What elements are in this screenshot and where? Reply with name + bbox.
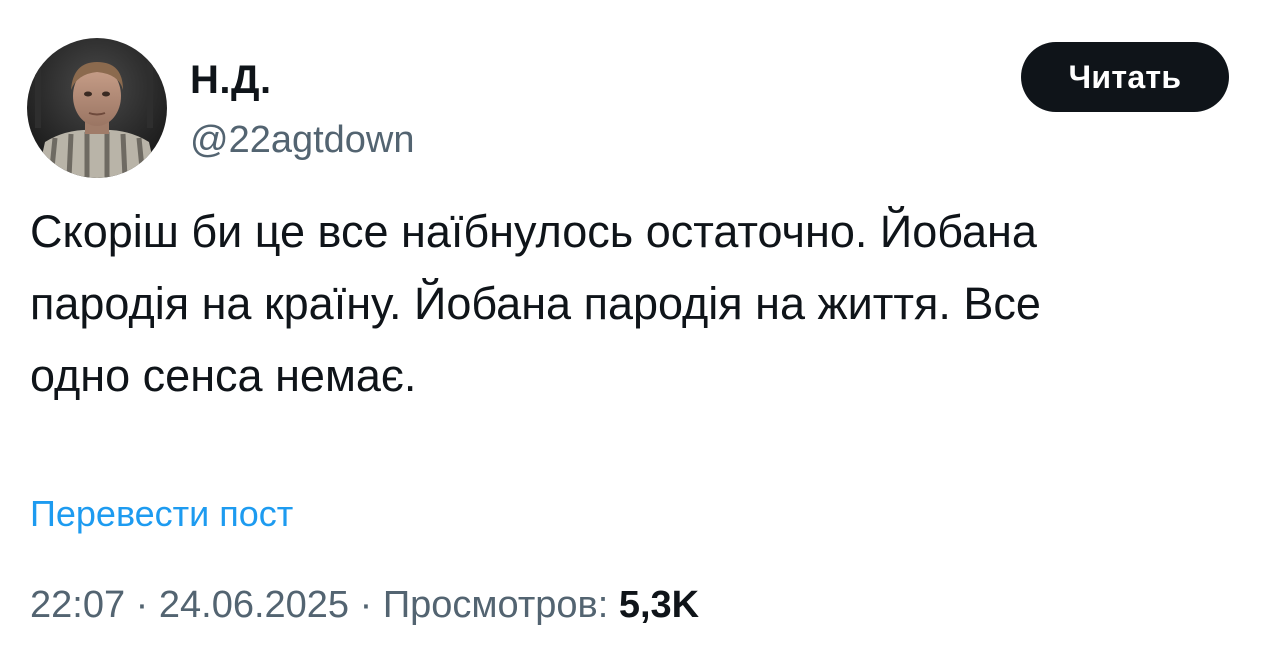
tweet-text-line: одно сенса немає. xyxy=(30,350,417,401)
meta-separator: · xyxy=(349,584,383,626)
tweet-text-line: пародія на країну. Йобана пародія на жит… xyxy=(30,278,1041,329)
tweet-meta: 22:07 · 24.06.2025 · Просмотров: 5,3K xyxy=(30,580,699,630)
tweet-card: Н.Д. @22agtdown Читать Скоріш би це все … xyxy=(0,0,1280,654)
avatar-image xyxy=(27,38,167,178)
tweet-time[interactable]: 22:07 xyxy=(30,584,125,626)
tweet-date[interactable]: 24.06.2025 xyxy=(159,584,349,626)
views-label: Просмотров: xyxy=(382,584,609,626)
author-display-name[interactable]: Н.Д. xyxy=(190,56,272,104)
tweet-text: Скоріш би це все наїбнулось остаточно. Й… xyxy=(30,196,1255,412)
meta-separator: · xyxy=(125,584,159,626)
author-handle[interactable]: @22agtdown xyxy=(190,116,415,164)
tweet-text-line: Скоріш би це все наїбнулось остаточно. Й… xyxy=(30,206,1037,257)
translate-post-link[interactable]: Перевести пост xyxy=(30,490,293,538)
avatar[interactable] xyxy=(27,38,167,178)
follow-button[interactable]: Читать xyxy=(1021,42,1229,112)
views-count: 5,3K xyxy=(618,584,700,626)
